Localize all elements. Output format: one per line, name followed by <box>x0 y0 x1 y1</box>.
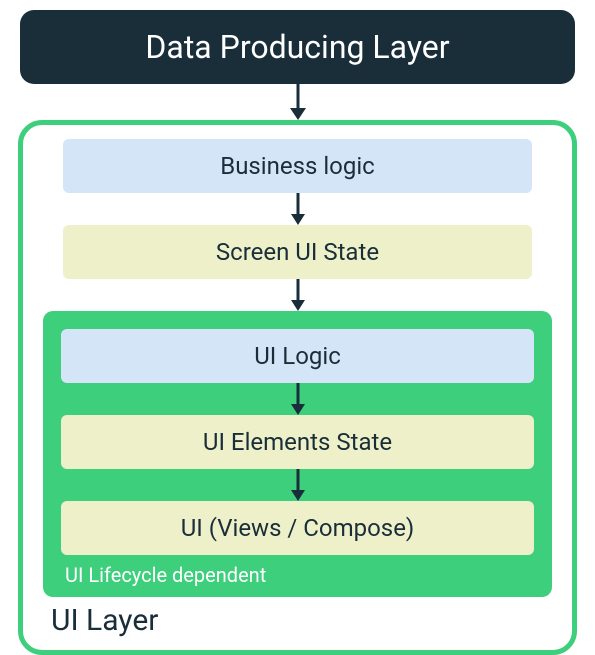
business-logic-label: Business logic <box>220 152 375 180</box>
ui-lifecycle-label: UI Lifecycle dependent <box>61 563 534 587</box>
ui-layer-label: UI Layer <box>43 603 552 638</box>
arrow-down-icon <box>61 383 534 415</box>
ui-views-label: UI (Views / Compose) <box>181 514 415 542</box>
ui-elements-state-label: UI Elements State <box>203 428 392 456</box>
business-logic-box: Business logic <box>63 139 532 193</box>
data-producing-layer-box: Data Producing Layer <box>20 10 575 84</box>
arrow-down-icon <box>61 469 534 501</box>
ui-lifecycle-container: UI Logic UI Elements State UI (Views / C… <box>43 311 552 597</box>
ui-views-box: UI (Views / Compose) <box>61 501 534 555</box>
ui-elements-state-box: UI Elements State <box>61 415 534 469</box>
screen-ui-state-label: Screen UI State <box>216 238 379 266</box>
arrow-down-icon <box>43 193 552 225</box>
data-producing-layer-label: Data Producing Layer <box>145 28 449 66</box>
ui-logic-label: UI Logic <box>254 342 341 370</box>
screen-ui-state-box: Screen UI State <box>63 225 532 279</box>
ui-logic-box: UI Logic <box>61 329 534 383</box>
arrow-down-icon <box>43 279 552 311</box>
arrow-down-icon <box>10 84 585 120</box>
ui-layer-container: Business logic Screen UI State UI Logic … <box>18 120 577 655</box>
